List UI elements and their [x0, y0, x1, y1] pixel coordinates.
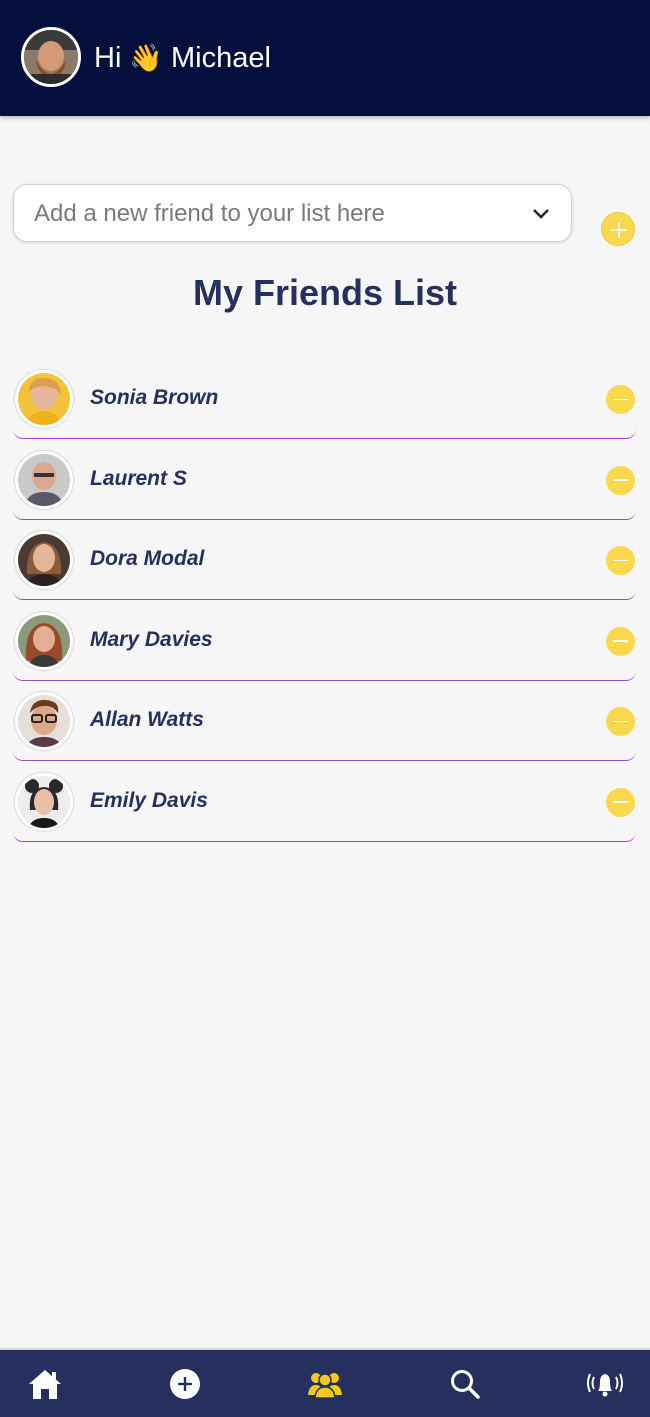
nav-home[interactable]: [15, 1350, 75, 1417]
friend-name: Emily Davis: [90, 788, 208, 812]
friend-item[interactable]: Mary Davies: [13, 608, 636, 681]
plus-icon: [611, 222, 627, 238]
home-icon: [29, 1369, 61, 1399]
friend-item[interactable]: Dora Modal: [13, 527, 636, 600]
greeting: Hi 👋 Michael: [94, 40, 271, 76]
remove-friend-button[interactable]: [606, 546, 635, 575]
friend-avatar: [15, 370, 73, 428]
notification-bell-icon: [587, 1373, 623, 1396]
friend-name: Laurent S: [90, 466, 187, 490]
nav-friends[interactable]: [295, 1350, 355, 1417]
add-friend-button[interactable]: [601, 212, 635, 246]
friend-item[interactable]: Emily Davis: [13, 769, 636, 842]
nav-add[interactable]: [155, 1350, 215, 1417]
remove-friend-button[interactable]: [606, 787, 635, 817]
friend-item[interactable]: Laurent S: [13, 447, 636, 520]
friend-name: Mary Davies: [90, 627, 213, 651]
search-icon: [451, 1369, 480, 1399]
add-friend-placeholder: Add a new friend to your list here: [34, 200, 385, 227]
friend-name: Sonia Brown: [90, 386, 219, 409]
friends-icon: [308, 1372, 342, 1399]
remove-friend-button[interactable]: [606, 385, 635, 414]
nav-search[interactable]: [435, 1350, 495, 1417]
friend-name: Allan Watts: [90, 708, 204, 731]
friend-avatar: [15, 692, 73, 750]
friend-avatar: [15, 611, 73, 670]
nav-notifications[interactable]: [575, 1350, 635, 1417]
friend-item[interactable]: Allan Watts: [13, 688, 636, 761]
friend-item[interactable]: Sonia Brown: [13, 366, 636, 439]
remove-friend-button[interactable]: [606, 626, 635, 656]
app-header: Hi 👋 Michael: [0, 0, 650, 116]
friend-avatar: [15, 450, 73, 509]
bottom-navigation: [0, 1348, 650, 1417]
chevron-down-icon: [533, 209, 549, 219]
user-avatar[interactable]: [21, 27, 81, 87]
friends-list: Sonia Brown Laurent S Dora Modal Mary Da…: [13, 366, 636, 849]
add-circle-icon: [170, 1368, 200, 1399]
friend-avatar: [15, 772, 73, 831]
friend-name: Dora Modal: [90, 547, 205, 570]
add-friend-dropdown[interactable]: Add a new friend to your list here: [13, 184, 572, 242]
remove-friend-button[interactable]: [606, 465, 635, 495]
page-title: My Friends List: [192, 272, 458, 313]
remove-friend-button[interactable]: [606, 707, 635, 736]
user-name: Michael: [171, 42, 271, 74]
add-friend-row: Add a new friend to your list here: [13, 184, 637, 246]
friend-avatar: [15, 531, 73, 589]
greeting-prefix: Hi: [94, 42, 122, 74]
wave-emoji: 👋: [129, 43, 164, 73]
